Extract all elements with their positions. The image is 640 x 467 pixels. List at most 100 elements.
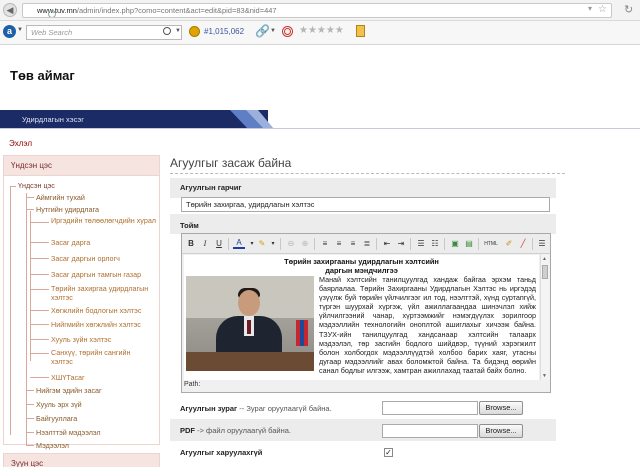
toolbar-separator	[410, 238, 411, 250]
align-justify-icon[interactable]: ≣	[361, 238, 373, 250]
editor-path-label: Path:	[184, 381, 201, 388]
insert-image-icon[interactable]: ▣	[449, 238, 461, 250]
sidebar-header: Үндсэн цэс	[3, 155, 160, 176]
counter-value[interactable]: #1,015,062	[204, 27, 244, 36]
link-icon[interactable]: ⊖	[285, 238, 297, 250]
sidebar-item-citizens-council[interactable]: Иргэдийн төлөөлөгчдийн хурал	[51, 216, 156, 225]
main-navbar: Удирдлагын хэсэг	[0, 110, 268, 129]
tree-branch	[26, 390, 34, 391]
document-title-line2: даргын мэндчилгээ	[325, 266, 398, 275]
scrollbar-thumb[interactable]	[542, 265, 548, 279]
hide-content-checkbox[interactable]: ✓	[384, 448, 393, 457]
editor-content[interactable]: Төрийн захиргааны удирдлагын хэлтсийн да…	[184, 255, 539, 380]
pdf-browse-button[interactable]: Browse...	[479, 424, 523, 438]
toolbar-separator	[532, 238, 533, 250]
toolbar-separator	[376, 238, 377, 250]
chevron-down-icon[interactable]: ▼	[270, 28, 276, 34]
tree-branch	[30, 242, 49, 243]
sidebar-item-finance[interactable]: Санхүү, төрийн сангийн хэлтэс	[51, 348, 151, 366]
sidebar-item-socio-economic[interactable]: Нийгэм эдийн засаг	[36, 386, 102, 395]
image-file-input[interactable]	[382, 401, 478, 415]
toggle-toolbar-icon[interactable]: ☰	[536, 238, 548, 250]
target-icon[interactable]	[282, 26, 293, 37]
nav-item-admin[interactable]: Удирдлагын хэсэг	[22, 115, 84, 124]
search-icon[interactable]	[163, 27, 171, 35]
cleanup-icon[interactable]: ✐	[503, 238, 515, 250]
indent-icon[interactable]: ⇥	[395, 238, 407, 250]
bullet-list-icon[interactable]: ☰	[415, 238, 427, 250]
numbered-list-icon[interactable]: ☷	[429, 238, 441, 250]
toolbar-separator	[444, 238, 445, 250]
align-right-icon[interactable]: ≡	[347, 238, 359, 250]
bold-icon[interactable]: B	[185, 238, 197, 250]
back-icon[interactable]: ◀	[3, 3, 17, 17]
counter-icon[interactable]	[189, 26, 200, 37]
align-center-icon[interactable]: ≡	[333, 238, 345, 250]
tree-root[interactable]: Үндсэн цэс	[18, 181, 55, 190]
tree-branch	[26, 197, 34, 198]
font-color-icon[interactable]: A	[233, 238, 245, 249]
site-title: Төв аймаг	[10, 68, 75, 83]
url-field[interactable]: www.tuv.mn/admin/index.php?como=content&…	[22, 3, 612, 18]
rich-text-editor[interactable]: B I U A ▾ ✎ ▾ ⊖ ⊕ ≡ ≡ ≡ ≣ ⇤ ⇥ ☰ ☷ ▣ ▤ HT…	[181, 233, 551, 393]
sidebar-item-news[interactable]: Мэдээлэл	[36, 441, 69, 450]
chevron-down-icon[interactable]: ▼	[17, 27, 23, 33]
scroll-up-icon[interactable]: ▲	[542, 256, 547, 262]
toolbar-separator	[478, 238, 479, 250]
italic-icon[interactable]: I	[199, 238, 211, 250]
web-search-input[interactable]: Web Search	[26, 25, 182, 40]
title-input[interactable]: Төрийн захиргаа, удирдлагын хэлтэс	[181, 197, 550, 212]
editor-status-bar: Path:	[184, 381, 548, 392]
sidebar-item-open-info[interactable]: Нээлттэй мэдээлэл	[36, 428, 101, 437]
tree-branch	[30, 310, 49, 311]
tree-line	[10, 186, 11, 435]
refresh-icon[interactable]: ↻	[624, 3, 633, 16]
home-link[interactable]: Эхлэл	[9, 139, 32, 148]
sidebar-item-local-government[interactable]: Нутгийн удирдлага	[36, 205, 99, 214]
toolbar-separator	[228, 238, 229, 250]
sidebar-item-public-admin[interactable]: Төрийн захиргаа удирдлагын хэлтэс	[51, 284, 151, 302]
underline-icon[interactable]: U	[213, 238, 225, 250]
dropdown-arrow-icon[interactable]: ▾	[588, 4, 592, 13]
tree-branch	[26, 404, 34, 405]
visibility-field-label: Агуулгыг харуулахгүй	[180, 448, 263, 457]
tree-branch	[26, 209, 34, 210]
outdent-icon[interactable]: ⇤	[381, 238, 393, 250]
remove-format-icon[interactable]: ╱	[517, 238, 529, 250]
image-field-hint: -- Зураг оруулаагүй байна.	[239, 404, 332, 413]
rating-stars-icon[interactable]: ★★★★★	[299, 25, 344, 36]
sidebar-item-vice-governor[interactable]: Засаг даргын орлогч	[51, 254, 120, 263]
tree-branch	[26, 418, 34, 419]
sidebar-item-policy[interactable]: Хөгжлийн бодлогын хэлтэс	[51, 306, 141, 315]
sidebar-item-law[interactable]: Хууль эрх зүй	[36, 400, 82, 409]
sidebar-item-legal[interactable]: Хууль зүйн хэлтэс	[51, 335, 111, 344]
editor-scrollbar[interactable]: ▲ ▼	[540, 255, 549, 380]
align-left-icon[interactable]: ≡	[319, 238, 331, 250]
image-browse-button[interactable]: Browse...	[479, 401, 523, 415]
tree-branch	[10, 186, 16, 187]
toolbar-logo-icon[interactable]: a	[3, 25, 16, 38]
chevron-down-icon[interactable]: ▼	[175, 28, 181, 34]
pdf-file-input[interactable]	[382, 424, 478, 438]
chevron-down-icon[interactable]: ▾	[267, 238, 279, 250]
sidebar-tree: Үндсэн цэс Аймгийн тухай Нутгийн удирдла…	[3, 176, 160, 450]
unlink-icon[interactable]: ⊕	[299, 238, 311, 250]
bookmark-star-icon[interactable]: ☆	[598, 4, 607, 15]
sidebar-item-organizations[interactable]: Байгууллага	[36, 414, 77, 423]
notepad-icon[interactable]	[356, 25, 365, 37]
tree-branch	[30, 324, 49, 325]
sidebar-item-governor-office[interactable]: Засаг даргын тамгын газар	[51, 270, 141, 279]
sidebar-item-governor[interactable]: Засаг дарга	[51, 238, 90, 247]
image-field-label-text: Агуулгын зураг	[180, 404, 238, 413]
scroll-down-icon[interactable]: ▼	[542, 373, 547, 379]
url-path: /admin/index.php?como=content&act=edit&p…	[76, 6, 277, 15]
globe-icon	[48, 10, 56, 17]
tree-branch	[30, 289, 49, 290]
sidebar-item-dept[interactable]: ХШҮТасаг	[51, 373, 85, 382]
document-title-line1: Төрийн захиргааны удирдлагын хэлтсийн	[284, 257, 439, 266]
sidebar-item-about[interactable]: Аймгийн тухай	[36, 193, 85, 202]
html-source-icon[interactable]: HTML	[483, 238, 499, 250]
insert-media-icon[interactable]: ▤	[463, 238, 475, 250]
sidebar-item-social[interactable]: Нийгмийн хөгжлийн хэлтэс	[51, 320, 141, 329]
link-icon[interactable]: 🔗	[255, 24, 270, 38]
